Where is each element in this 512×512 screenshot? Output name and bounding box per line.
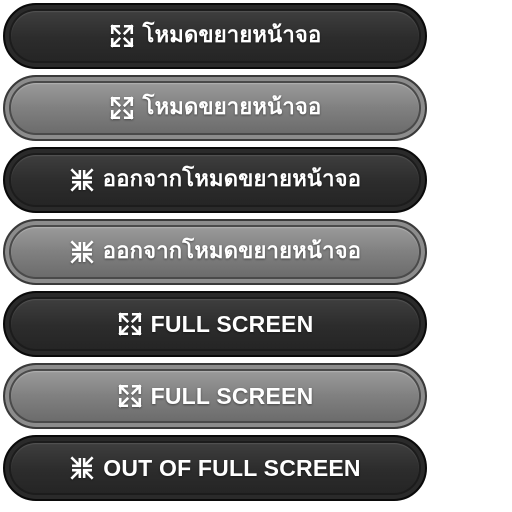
button-label: โหมดขยายหน้าจอ: [142, 95, 322, 120]
expand-icon: [117, 383, 143, 409]
full-screen-button-dark[interactable]: FULL SCREEN: [3, 291, 427, 357]
button-list: โหมดขยายหน้าจอ โหมดขยายหน้าจอ ออกจากโหมด…: [3, 3, 427, 507]
button-label: ออกจากโหมดขยายหน้าจอ: [102, 239, 362, 264]
out-of-full-screen-button-dark[interactable]: OUT OF FULL SCREEN: [3, 435, 427, 501]
button-label: ออกจากโหมดขยายหน้าจอ: [102, 167, 362, 192]
expand-icon: [109, 23, 135, 49]
button-label: OUT OF FULL SCREEN: [103, 454, 361, 481]
expand-icon: [117, 311, 143, 337]
expand-icon: [109, 95, 135, 121]
collapse-icon: [69, 167, 95, 193]
exit-fullscreen-button-thai-dark[interactable]: ออกจากโหมดขยายหน้าจอ: [3, 147, 427, 213]
collapse-icon: [69, 455, 95, 481]
fullscreen-button-thai-dark[interactable]: โหมดขยายหน้าจอ: [3, 3, 427, 69]
exit-fullscreen-button-thai-light[interactable]: ออกจากโหมดขยายหน้าจอ: [3, 219, 427, 285]
collapse-icon: [69, 239, 95, 265]
button-label: โหมดขยายหน้าจอ: [142, 23, 322, 48]
fullscreen-button-thai-light[interactable]: โหมดขยายหน้าจอ: [3, 75, 427, 141]
button-label: FULL SCREEN: [150, 310, 314, 337]
full-screen-button-light[interactable]: FULL SCREEN: [3, 363, 427, 429]
button-label: FULL SCREEN: [150, 382, 314, 409]
